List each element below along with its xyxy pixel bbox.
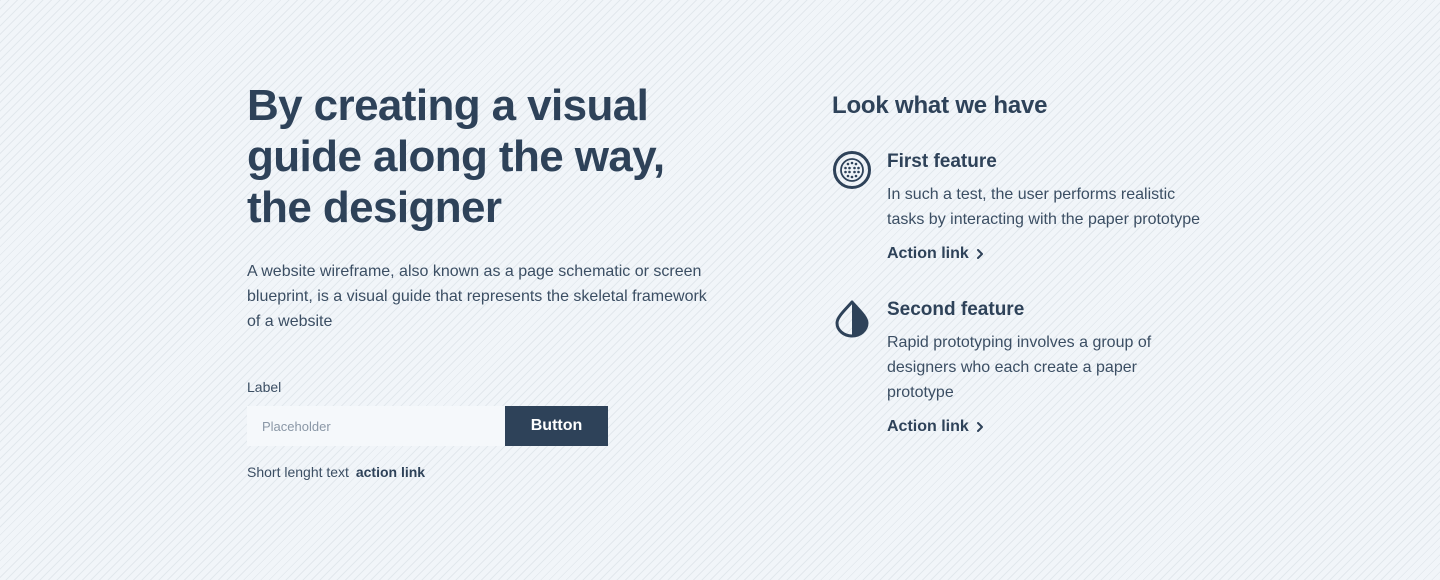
feature-title: First feature — [887, 151, 997, 172]
short-action-link[interactable]: action link — [356, 464, 425, 480]
action-link-label: Action link — [887, 245, 969, 262]
feature-description: Rapid prototyping involves a group of de… — [887, 334, 1152, 401]
hero-description: A website wireframe, also known as a pag… — [247, 263, 707, 330]
signup-form: Button — [247, 406, 717, 446]
placeholder-input[interactable] — [247, 406, 505, 446]
feature-item-second: Second feature Rapid prototyping involve… — [832, 298, 1212, 437]
action-link-label: Action link — [887, 418, 969, 435]
dotted-globe-icon — [833, 151, 871, 189]
short-text: Short lenght text — [247, 464, 349, 480]
feature-title: Second feature — [887, 299, 1025, 320]
input-label: Label — [247, 379, 282, 395]
hero-title: By creating a visual guide along the way… — [247, 81, 665, 232]
half-drop-icon — [835, 300, 869, 338]
hero-section: By creating a visual guide along the way… — [247, 80, 717, 481]
features-section: Look what we have First feature In such … — [832, 90, 1212, 437]
short-text-row: Short lenght text action link — [247, 463, 717, 481]
feature-item-first: First feature In such a test, the user p… — [832, 150, 1212, 264]
feature-action-link-first[interactable]: Action link — [887, 244, 984, 264]
feature-description: In such a test, the user performs realis… — [887, 186, 1201, 228]
primary-button[interactable]: Button — [505, 406, 608, 446]
chevron-right-icon — [976, 422, 983, 432]
feature-action-link-second[interactable]: Action link — [887, 417, 984, 437]
chevron-right-icon — [976, 249, 983, 259]
features-title: Look what we have — [832, 92, 1048, 119]
